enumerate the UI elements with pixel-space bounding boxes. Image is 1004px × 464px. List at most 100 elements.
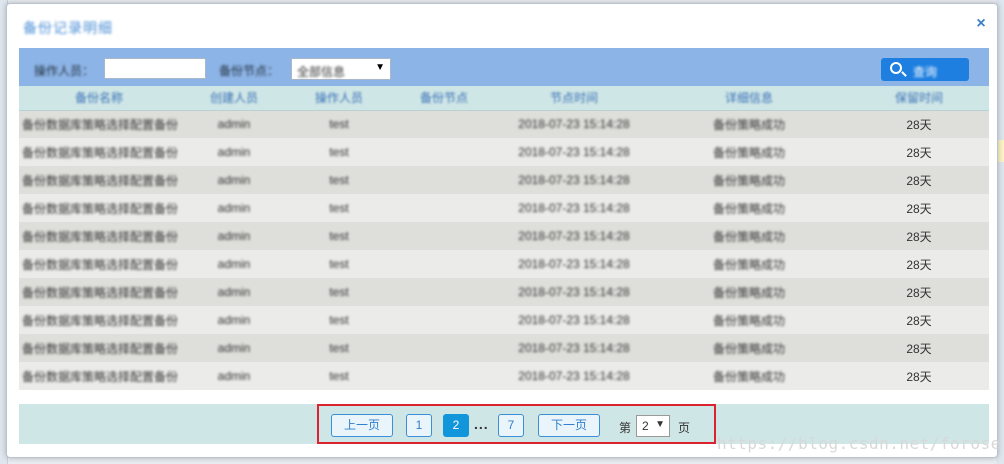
- node-select[interactable]: 全部信息 ▼: [291, 58, 391, 80]
- search-button[interactable]: 查询: [881, 58, 969, 81]
- table-cell: 备份策略成功: [649, 334, 849, 362]
- table-cell: 28天: [849, 278, 989, 306]
- table-cell: admin: [179, 222, 289, 250]
- table-row[interactable]: 备份数据库策略选择配置备份 admin test 2018-07-23 15:14:2…: [19, 278, 989, 306]
- table-cell: 备份策略成功: [649, 250, 849, 278]
- table-cell: test: [289, 334, 389, 362]
- page-jump-suffix: 页: [678, 421, 691, 435]
- node-label: 备份节点：: [219, 64, 280, 78]
- table-row[interactable]: 备份数据库策略选择配置备份 admin test 2018-07-23 15:14:2…: [19, 194, 989, 222]
- next-page-button[interactable]: 下一页: [538, 414, 600, 437]
- table-cell: test: [289, 194, 389, 222]
- column-header[interactable]: 保留时间: [849, 86, 989, 111]
- table-cell: 备份策略成功: [649, 194, 849, 222]
- table-cell: 28天: [849, 334, 989, 362]
- close-icon[interactable]: ×: [973, 16, 989, 32]
- column-header[interactable]: 详细信息: [649, 86, 849, 111]
- page-button-7[interactable]: 7: [498, 414, 524, 437]
- table-row[interactable]: 备份数据库策略选择配置备份 admin test 2018-07-23 15:14:2…: [19, 222, 989, 250]
- table-cell: 2018-07-23 15:14:28: [499, 110, 649, 138]
- table-row[interactable]: 备份数据库策略选择配置备份 admin test 2018-07-23 15:14:2…: [19, 110, 989, 138]
- table-cell: admin: [179, 138, 289, 166]
- table-cell: 28天: [849, 306, 989, 334]
- table-cell: admin: [179, 278, 289, 306]
- table-cell: 28天: [849, 166, 989, 194]
- table-cell: 备份策略成功: [649, 138, 849, 166]
- table-cell: 2018-07-23 15:14:28: [499, 362, 649, 390]
- column-header[interactable]: 操作人员: [289, 86, 389, 111]
- column-header[interactable]: 备份节点: [389, 86, 499, 111]
- operator-input[interactable]: [104, 58, 206, 79]
- table-cell: 备份数据库策略选择配置备份: [19, 194, 179, 222]
- table-cell: test: [289, 166, 389, 194]
- table-cell: 备份数据库策略选择配置备份: [19, 278, 179, 306]
- table-cell: 备份数据库策略选择配置备份: [19, 306, 179, 334]
- table-cell: 备份策略成功: [649, 362, 849, 390]
- table-cell: [389, 362, 499, 390]
- chevron-down-icon: ▼: [375, 62, 385, 73]
- table-row[interactable]: 备份数据库策略选择配置备份 admin test 2018-07-23 15:14:2…: [19, 138, 989, 166]
- table-cell: 备份策略成功: [649, 306, 849, 334]
- table-cell: admin: [179, 166, 289, 194]
- table-cell: 备份策略成功: [649, 110, 849, 138]
- table-cell: test: [289, 138, 389, 166]
- table-cell: 28天: [849, 222, 989, 250]
- table-cell: 2018-07-23 15:14:28: [499, 222, 649, 250]
- table-cell: 2018-07-23 15:14:28: [499, 194, 649, 222]
- table-header-row: 备份名称 创建人员 操作人员 备份节点 节点时间 详细信息 保留时间: [19, 86, 989, 111]
- table-cell: [389, 306, 499, 334]
- page-button-1[interactable]: 1: [406, 414, 432, 437]
- dialog-header: 备份记录明细 ×: [7, 4, 997, 46]
- table-cell: [389, 110, 499, 138]
- table-cell: admin: [179, 334, 289, 362]
- table-row[interactable]: 备份数据库策略选择配置备份 admin test 2018-07-23 15:14:2…: [19, 334, 989, 362]
- table-cell: 2018-07-23 15:14:28: [499, 306, 649, 334]
- table-cell: admin: [179, 362, 289, 390]
- column-header[interactable]: 节点时间: [499, 86, 649, 111]
- table-row[interactable]: 备份数据库策略选择配置备份 admin test 2018-07-23 15:14:2…: [19, 306, 989, 334]
- node-select-value: 全部信息: [297, 65, 346, 79]
- page-jump-value: 2: [642, 419, 649, 433]
- chevron-down-icon: ▼: [655, 419, 665, 430]
- table-row[interactable]: 备份数据库策略选择配置备份 admin test 2018-07-23 15:14:2…: [19, 166, 989, 194]
- table-cell: test: [289, 250, 389, 278]
- table-cell: test: [289, 362, 389, 390]
- table-cell: 备份数据库策略选择配置备份: [19, 250, 179, 278]
- table-cell: 备份数据库策略选择配置备份: [19, 166, 179, 194]
- table-cell: test: [289, 222, 389, 250]
- page-jump-select[interactable]: 2 ▼: [636, 415, 670, 437]
- table-cell: 备份数据库策略选择配置备份: [19, 334, 179, 362]
- page-button-2[interactable]: 2: [443, 414, 469, 437]
- column-header[interactable]: 备份名称: [19, 86, 179, 111]
- pagination-ellipsis: ...: [474, 416, 489, 432]
- table-cell: 备份数据库策略选择配置备份: [19, 138, 179, 166]
- prev-page-button[interactable]: 上一页: [331, 414, 393, 437]
- table-cell: admin: [179, 250, 289, 278]
- table-cell: 28天: [849, 110, 989, 138]
- table-cell: 28天: [849, 250, 989, 278]
- table-cell: 备份数据库策略选择配置备份: [19, 362, 179, 390]
- watermark-text: https://blog.csdn.net/forose: [717, 434, 1001, 453]
- dialog-title: 备份记录明细: [23, 20, 113, 36]
- filter-toolbar: 操作人员： 备份节点： 全部信息 ▼ 查询: [19, 48, 989, 86]
- search-icon: [890, 62, 902, 74]
- operator-label: 操作人员：: [34, 64, 95, 78]
- table-row[interactable]: 备份数据库策略选择配置备份 admin test 2018-07-23 15:14:2…: [19, 250, 989, 278]
- table-cell: 备份策略成功: [649, 278, 849, 306]
- table-cell: [389, 250, 499, 278]
- column-header[interactable]: 创建人员: [179, 86, 289, 111]
- table-cell: [389, 138, 499, 166]
- table-row[interactable]: 备份数据库策略选择配置备份 admin test 2018-07-23 15:14:2…: [19, 362, 989, 390]
- table-cell: [389, 278, 499, 306]
- table-cell: 28天: [849, 194, 989, 222]
- table-cell: 28天: [849, 138, 989, 166]
- table-cell: admin: [179, 306, 289, 334]
- table-cell: 备份数据库策略选择配置备份: [19, 222, 179, 250]
- table-cell: 备份策略成功: [649, 166, 849, 194]
- table-cell: admin: [179, 194, 289, 222]
- table-cell: [389, 194, 499, 222]
- table-cell: 备份数据库策略选择配置备份: [19, 110, 179, 138]
- table-cell: 2018-07-23 15:14:28: [499, 138, 649, 166]
- table-cell: 2018-07-23 15:14:28: [499, 166, 649, 194]
- table-cell: 2018-07-23 15:14:28: [499, 250, 649, 278]
